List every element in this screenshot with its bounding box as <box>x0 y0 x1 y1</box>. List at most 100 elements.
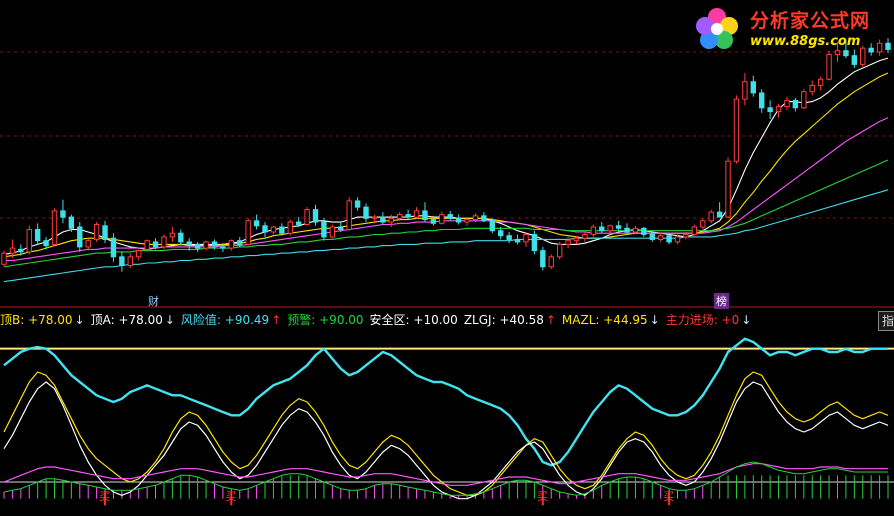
candle-body <box>245 220 251 245</box>
candle <box>194 241 201 252</box>
candle-body <box>548 256 554 268</box>
candle <box>775 104 782 118</box>
finance-badge[interactable]: 财 <box>146 293 161 309</box>
brand-name: 分析家公式网 <box>750 10 871 32</box>
header-label: MAZL: <box>561 313 604 327</box>
header-arrow: ↑ <box>271 313 282 327</box>
candle-body <box>801 91 807 109</box>
candle-body <box>851 55 858 65</box>
stock-chart: 买买买买 <box>0 38 894 506</box>
candle-body <box>775 106 782 113</box>
candle-body <box>615 225 622 229</box>
candle <box>523 231 529 247</box>
candle <box>34 223 41 245</box>
candle-body <box>60 210 66 218</box>
candle <box>203 240 209 251</box>
candle <box>51 208 58 246</box>
candle-body <box>396 214 403 219</box>
candle-body <box>26 229 32 253</box>
moving-average-line <box>3 189 889 283</box>
header-value: +10.00 <box>413 313 458 327</box>
candle-body <box>641 227 647 235</box>
candle-body <box>447 214 453 219</box>
candle <box>380 212 386 225</box>
candle-body <box>624 227 630 233</box>
candle-body <box>253 220 260 227</box>
header-arrow: ↑ <box>545 313 556 327</box>
candle-body <box>464 219 470 223</box>
header-value: +44.95 <box>603 313 648 327</box>
header-arrow: ↓ <box>164 313 175 327</box>
candle-body <box>270 226 277 233</box>
candle-body <box>708 211 714 222</box>
candle <box>784 96 790 111</box>
candle <box>582 231 588 242</box>
candle-body <box>817 78 824 86</box>
candle <box>641 227 647 237</box>
candle-body <box>767 107 773 113</box>
candle <box>262 222 268 237</box>
candle-body <box>228 240 235 249</box>
candle-body <box>144 240 150 250</box>
candle-body <box>430 219 437 224</box>
candle <box>110 233 117 262</box>
candle-body <box>498 230 504 237</box>
candle-body <box>674 236 681 243</box>
candle-body <box>666 235 672 243</box>
candle-body <box>573 237 580 242</box>
candle-body <box>582 233 588 239</box>
candle-body <box>472 215 479 221</box>
candle-body <box>136 250 142 258</box>
header-label: 顶A: <box>90 313 119 327</box>
candle-body <box>523 233 529 243</box>
candle-body <box>93 224 100 240</box>
candle-body <box>287 221 293 234</box>
candle <box>759 89 765 113</box>
candle <box>750 75 756 97</box>
candle-body <box>632 227 639 233</box>
candle <box>119 251 125 272</box>
indicator-panel: 买买买买 <box>0 337 894 506</box>
candle-body <box>750 81 756 94</box>
candle-body <box>9 247 16 254</box>
rank-badge[interactable]: 榜 <box>714 293 729 309</box>
header-item: ZLGJ: +40.58 ↑ <box>464 313 556 327</box>
candle-body <box>607 225 613 232</box>
header-item: 顶A: +78.00 ↓ <box>91 313 175 327</box>
candle <box>304 207 310 226</box>
candle <box>245 218 251 246</box>
candle-body <box>413 210 420 218</box>
candle <box>439 212 445 225</box>
candle-body <box>338 226 344 230</box>
candle-body <box>506 235 512 240</box>
header-value: +78.00 <box>118 313 163 327</box>
candle <box>186 238 192 251</box>
candle <box>346 197 352 231</box>
candle <box>422 202 428 223</box>
candle-body <box>742 81 748 100</box>
header-arrow: ↓ <box>741 313 752 327</box>
indicator-line <box>3 337 888 467</box>
header-value: +78.00 <box>28 313 73 327</box>
candle <box>531 230 538 255</box>
indicator-switch-button[interactable]: 指 <box>878 311 894 331</box>
candle-body <box>556 243 563 258</box>
candle-body <box>152 241 159 248</box>
candle-body <box>102 225 108 240</box>
brand-logo: 分析家公式网 www.88gs.com <box>692 4 892 54</box>
candle-body <box>321 221 327 238</box>
candle-body <box>700 220 706 228</box>
candle <box>127 253 133 268</box>
candle <box>363 203 369 223</box>
candle-body <box>540 250 546 268</box>
candle <box>615 220 622 231</box>
candle-body <box>211 241 218 247</box>
candle <box>792 97 799 112</box>
candle-body <box>304 209 310 226</box>
candle <box>388 214 394 228</box>
candle-body <box>809 84 815 93</box>
candle <box>169 227 176 242</box>
candle-body <box>220 246 226 249</box>
candle <box>733 95 740 164</box>
header-arrow: ↓ <box>649 313 660 327</box>
